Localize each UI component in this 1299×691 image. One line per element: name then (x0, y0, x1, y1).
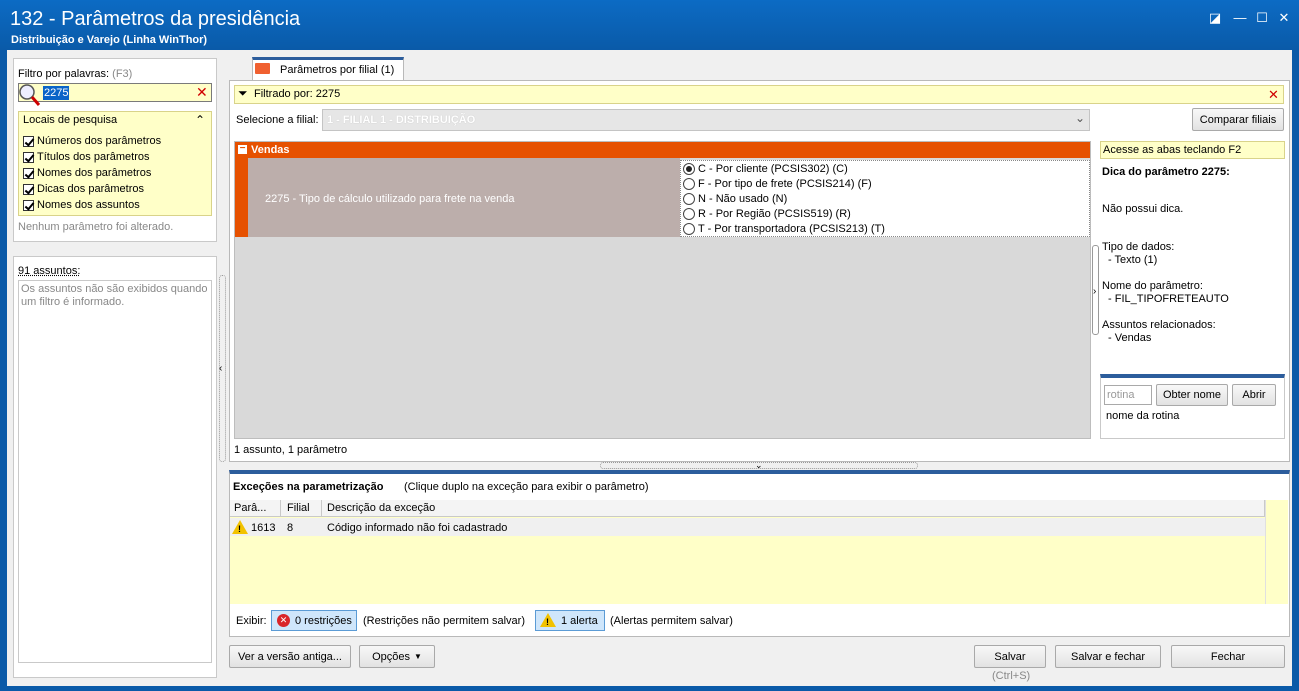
option-radio-f[interactable]: F - Por tipo de frete (PCSIS214) (F) (683, 177, 872, 191)
exception-description: Código informado não foi cadastrado (327, 522, 508, 534)
chevron-right-icon[interactable]: › (1093, 286, 1096, 297)
radio-icon (683, 193, 695, 205)
old-version-button[interactable]: Ver a versão antiga... (229, 645, 351, 668)
radio-icon (683, 208, 695, 220)
grid-status: 1 assunto, 1 parâmetro (234, 444, 348, 456)
radio-icon (683, 223, 695, 235)
option-label: N - Não usado (N) (698, 193, 788, 205)
hint-text: Não possui dica. (1102, 203, 1184, 215)
chevron-left-icon[interactable]: ‹ (219, 363, 222, 374)
location-label: Nomes dos assuntos (37, 199, 140, 211)
location-label: Números dos parâmetros (37, 135, 162, 147)
filter-label-text: Filtro por palavras: (18, 68, 110, 80)
param-name-value: - FIL_TIPOFRETEAUTO (1108, 293, 1229, 305)
filial-label: Selecione a filial: (236, 114, 319, 126)
group-header-vendas[interactable] (235, 142, 1090, 158)
exceptions-title: Exceções na parametrização (233, 481, 384, 493)
compare-filiais-button[interactable]: Comparar filiais (1192, 108, 1284, 131)
search-locations-title: Locais de pesquisa (23, 114, 118, 126)
location-checkbox-nomes[interactable]: Nomes dos parâmetros (23, 166, 151, 180)
error-icon: ✕ (277, 614, 290, 627)
tab-count: (1) (380, 64, 395, 76)
option-label: F - Por tipo de frete (PCSIS214) (F) (698, 178, 872, 190)
folder-icon (255, 63, 270, 74)
minimize-icon[interactable]: — (1230, 10, 1250, 26)
data-type-value: - Texto (1) (1108, 254, 1158, 266)
save-button[interactable]: Salvar (974, 645, 1046, 668)
option-label: T - Por transportadora (PCSIS213) (T) (698, 223, 885, 235)
location-checkbox-numeros[interactable]: Números dos parâmetros (23, 134, 161, 148)
exception-param: 1613 (251, 522, 276, 534)
obter-nome-button[interactable]: Obter nome (1156, 384, 1228, 406)
option-radio-c[interactable]: C - Por cliente (PCSIS302) (C) (683, 162, 848, 176)
exibir-label: Exibir: (236, 615, 267, 627)
filter-shortcut: (F3) (112, 68, 133, 80)
option-radio-r[interactable]: R - Por Região (PCSIS519) (R) (683, 207, 851, 221)
option-label: C - Por cliente (PCSIS302) (C) (698, 163, 848, 175)
data-type-label: Tipo de dados: (1102, 241, 1175, 253)
group-label: Vendas (251, 144, 290, 156)
collapse-group-icon[interactable]: − (238, 144, 247, 154)
related-subjects-label: Assuntos relacionados: (1102, 319, 1216, 331)
tab-label-text: Parâmetros por filial (280, 64, 378, 76)
exceptions-hint: (Clique duplo na exceção para exibir o p… (404, 481, 649, 493)
column-header-filial[interactable]: Filial (287, 502, 310, 514)
restricoes-note: (Restrições não permitem salvar) (363, 615, 525, 627)
clear-filter-icon[interactable]: ✕ (1268, 87, 1279, 103)
access-hint: Acesse as abas teclando F2 (1103, 144, 1242, 156)
subjects-list[interactable] (18, 280, 212, 663)
window-title: 132 - Parâmetros da presidência (10, 8, 301, 30)
option-label: R - Por Região (PCSIS519) (R) (698, 208, 851, 220)
alertas-label: 1 alerta (561, 615, 598, 627)
column-header-descricao[interactable]: Descrição da exceção (327, 502, 435, 514)
search-icon (19, 84, 41, 106)
param-name-label: Nome do parâmetro: (1102, 280, 1203, 292)
radio-icon (683, 178, 695, 190)
filial-value: 1 - FILIAL 1 - DISTRIBUIÇÃO (327, 114, 476, 126)
location-checkbox-dicas[interactable]: Dicas dos parâmetros (23, 182, 144, 196)
option-radio-t[interactable]: T - Por transportadora (PCSIS213) (T) (683, 222, 885, 236)
abrir-button[interactable]: Abrir (1232, 384, 1276, 406)
radio-selected-icon (683, 163, 695, 175)
filter-label: Filtro por palavras: (F3) (18, 68, 132, 80)
filtered-label: Filtrado por: 2275 (254, 88, 341, 100)
save-shortcut: (Ctrl+S) (992, 670, 1031, 682)
maximize-icon[interactable]: ☐ (1252, 10, 1272, 26)
exceptions-scrollbar[interactable] (1265, 500, 1288, 604)
parameter-description: 2275 - Tipo de cálculo utilizado para fr… (265, 193, 515, 205)
filtered-bar (234, 85, 1284, 104)
chevron-down-icon[interactable]: ⌄ (1075, 111, 1085, 125)
no-change-message: Nenhum parâmetro foi alterado. (18, 221, 174, 233)
subjects-message: Os assuntos não são exibidos quando um f… (21, 283, 208, 308)
search-value: 2275 (43, 86, 70, 100)
location-label: Títulos dos parâmetros (37, 151, 150, 163)
funnel-icon: ⏷ (238, 86, 248, 100)
restore-layout-icon[interactable]: ◪ (1205, 10, 1225, 26)
options-button[interactable]: Opções ▼ (359, 645, 435, 668)
restricoes-label: 0 restrições (295, 615, 352, 627)
exception-filial: 8 (287, 522, 294, 534)
option-radio-n[interactable]: N - Não usado (N) (683, 192, 787, 206)
column-header-param[interactable]: Parâ... (234, 502, 266, 514)
alertas-note: (Alertas permitem salvar) (610, 615, 733, 627)
location-checkbox-titulos[interactable]: Títulos dos parâmetros (23, 150, 150, 164)
window-subtitle: Distribuição e Varejo (Linha WinThor) (11, 34, 208, 46)
subjects-count: 91 assuntos: (18, 265, 81, 277)
tab-label: Parâmetros por filial (1) (280, 64, 394, 76)
save-and-close-button[interactable]: Salvar e fechar (1055, 645, 1161, 668)
close-button[interactable]: Fechar (1171, 645, 1285, 668)
clear-search-icon[interactable]: ✕ (196, 84, 208, 101)
options-label: Opções (372, 650, 410, 663)
location-label: Dicas dos parâmetros (37, 183, 144, 195)
related-subjects-value: - Vendas (1108, 332, 1152, 344)
rotina-name-label: nome da rotina (1106, 410, 1180, 422)
hint-title: Dica do parâmetro 2275: (1102, 166, 1230, 178)
group-stripe (235, 158, 248, 237)
dropdown-icon: ▼ (414, 652, 422, 661)
collapse-icon[interactable]: ⌃ (195, 113, 205, 127)
location-checkbox-assuntos[interactable]: Nomes dos assuntos (23, 198, 140, 212)
rotina-input[interactable] (1104, 385, 1152, 405)
close-icon[interactable]: ✕ (1274, 10, 1294, 26)
location-label: Nomes dos parâmetros (37, 167, 152, 179)
